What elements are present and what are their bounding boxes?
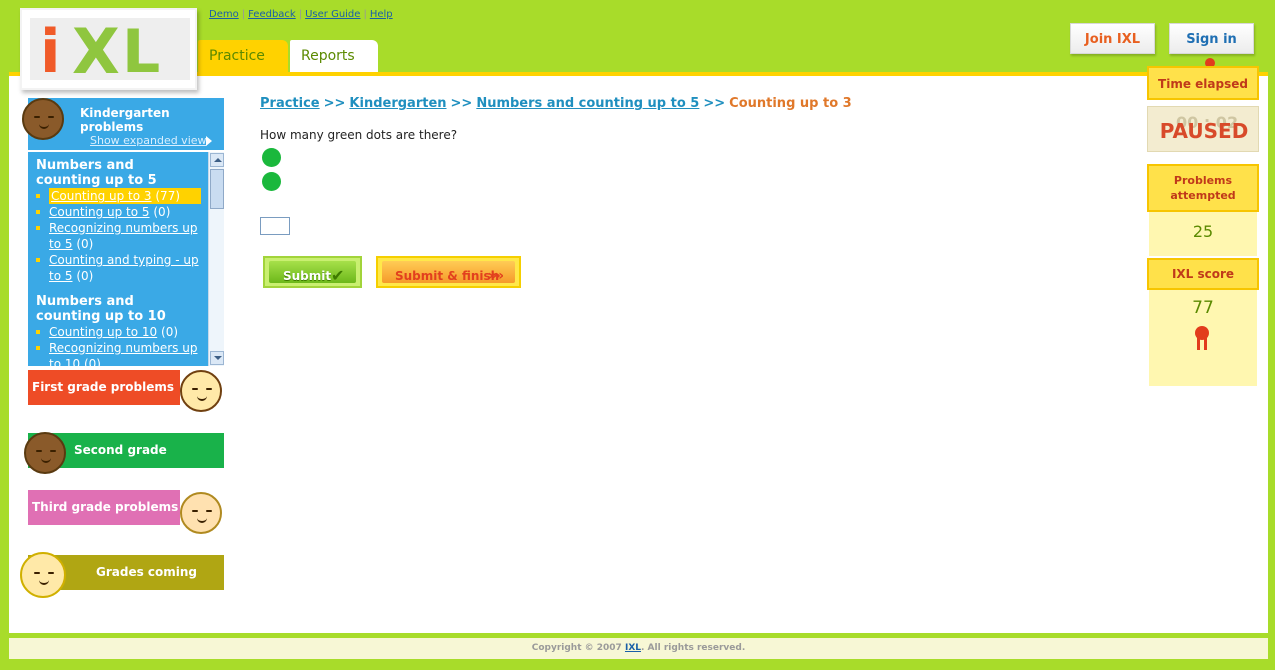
ixl-score-value: 77 [1192, 298, 1214, 318]
checkmark-icon: ✔ [331, 266, 345, 285]
first-grade-avatar-icon [180, 370, 222, 412]
coming-soon-avatar-icon [20, 552, 66, 598]
time-elapsed-box[interactable]: 00 : 02 PAUSED [1147, 106, 1259, 152]
logo-background: i X L [30, 15, 190, 88]
problems-attempted-value: 25 [1192, 222, 1214, 241]
logo-letter-i: i [40, 17, 61, 87]
tab-practice[interactable]: Practice [198, 40, 288, 73]
award-ribbon-tails [1197, 338, 1207, 350]
ixl-score-label: IXL score [1147, 258, 1259, 290]
submit-button-face: Submit ✔ [269, 261, 356, 285]
bullet-icon [36, 346, 40, 350]
scroll-thumb[interactable] [210, 169, 224, 209]
breadcrumb-current: Counting up to 3 [729, 96, 852, 111]
tab-reports[interactable]: Reports [290, 40, 378, 73]
list-item[interactable]: Recognizing numbers up to 10 (0) [28, 340, 208, 366]
bullet-icon [36, 258, 40, 262]
demo-link[interactable]: Demo [209, 9, 239, 20]
bullet-icon [36, 194, 40, 198]
second-grade-avatar-icon [24, 432, 66, 474]
breadcrumb-numbers[interactable]: Numbers and counting up to 5 [476, 96, 699, 111]
skill-list: Numbers and counting up to 5 Counting up… [28, 152, 208, 366]
footer-ixl-link[interactable]: IXL [625, 643, 641, 653]
problems-attempted-label: Problems attempted [1147, 164, 1259, 212]
answer-input[interactable] [260, 217, 290, 235]
breadcrumb: Practice >> Kindergarten >> Numbers and coun… [260, 96, 852, 111]
skill-link[interactable]: Counting and typing - up to 5 [49, 253, 199, 283]
double-chevron-right-icon: »» [488, 268, 504, 284]
question-text: How many green dots are there? [260, 128, 458, 142]
first-grade-problems[interactable]: First grade problems [28, 370, 180, 405]
list-item[interactable]: Counting up to 10 (0) [28, 324, 208, 340]
bullet-icon [36, 210, 40, 214]
submit-label: Submit [283, 269, 332, 283]
section-title: Numbers and counting up to 10 [36, 294, 166, 324]
bullet-icon [36, 226, 40, 230]
skill-list-scrollbar[interactable] [208, 152, 224, 366]
sign-in-button[interactable]: Sign in [1169, 23, 1254, 54]
green-dot [262, 148, 281, 167]
submit-finish-button[interactable]: Submit & finish »» [376, 256, 521, 288]
user-guide-link[interactable]: User Guide [305, 9, 360, 20]
green-dot [262, 172, 281, 191]
skill-link[interactable]: Recognizing numbers up to 5 [49, 221, 197, 251]
breadcrumb-kindergarten[interactable]: Kindergarten [349, 96, 446, 111]
skill-count: (0) [76, 269, 94, 283]
list-item[interactable]: Counting up to 3 (77) [28, 188, 208, 204]
ixl-score-box: 77 [1149, 290, 1257, 386]
list-item[interactable]: Recognizing numbers up to 5 (0) [28, 220, 208, 252]
skill-count: (77) [155, 189, 181, 203]
third-grade-avatar-icon [180, 492, 222, 534]
skill-count: (0) [153, 205, 171, 219]
kindergarten-title: Kindergarten problems [80, 106, 170, 134]
logo-letter-x: X [72, 15, 120, 88]
skill-link[interactable]: Counting up to 10 [49, 325, 157, 339]
copyright-suffix: . All rights reserved. [641, 643, 746, 653]
skill-count: (0) [161, 325, 179, 339]
submit-finish-label: Submit & finish [395, 269, 500, 283]
footer: Copyright © 2007 IXL. All rights reserve… [9, 638, 1268, 659]
copyright-text: Copyright © 2007 [531, 643, 625, 653]
feedback-link[interactable]: Feedback [248, 9, 296, 20]
top-links: Demo | Feedback | User Guide | Help [209, 9, 393, 20]
skill-link[interactable]: Counting up to 5 [49, 205, 150, 219]
logo-letter-l: L [122, 17, 161, 87]
scroll-down-icon[interactable] [210, 351, 224, 365]
skill-link[interactable]: Counting up to 3 [51, 189, 152, 203]
breadcrumb-practice[interactable]: Practice [260, 96, 320, 111]
skill-count: (0) [83, 357, 101, 366]
skill-count: (0) [76, 237, 94, 251]
submit-finish-button-face: Submit & finish »» [382, 261, 515, 284]
list-item[interactable]: Counting up to 5 (0) [28, 204, 208, 220]
arrow-right-icon [206, 136, 212, 146]
submit-button[interactable]: Submit ✔ [263, 256, 362, 288]
show-expanded-view-link[interactable]: Show expanded view [90, 134, 207, 147]
time-elapsed-label: Time elapsed [1147, 66, 1259, 100]
third-grade-problems[interactable]: Third grade problems [28, 490, 180, 525]
bullet-icon [36, 330, 40, 334]
kindergarten-avatar-icon [22, 98, 64, 140]
scroll-up-icon[interactable] [210, 153, 224, 167]
ixl-logo[interactable]: i X L [20, 8, 197, 90]
join-ixl-button[interactable]: Join IXL [1070, 23, 1155, 54]
list-item[interactable]: Counting and typing - up to 5 (0) [28, 252, 208, 284]
problems-attempted-box: 25 [1149, 212, 1257, 256]
paused-indicator: PAUSED [1159, 119, 1249, 143]
section-title: Numbers and counting up to 5 [36, 158, 157, 188]
help-link[interactable]: Help [370, 9, 393, 20]
skill-link[interactable]: Recognizing numbers up to 10 [49, 341, 197, 366]
